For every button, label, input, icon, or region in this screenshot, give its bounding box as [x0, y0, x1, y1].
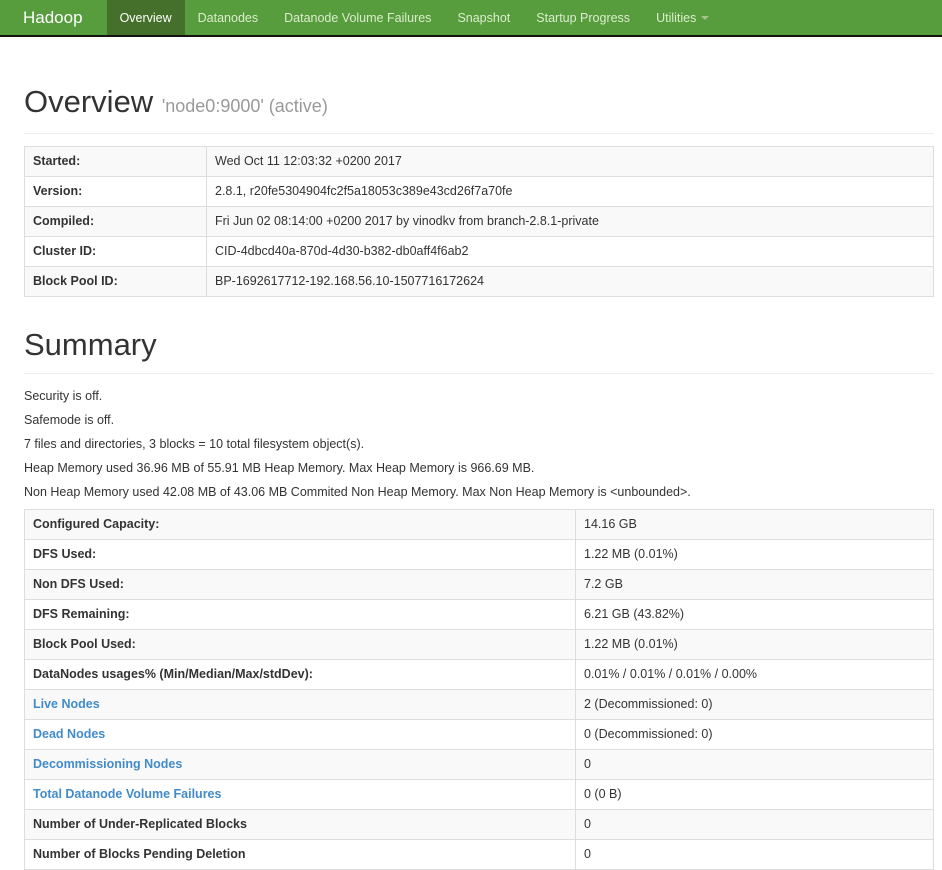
- row-value: 7.2 GB: [575, 569, 934, 600]
- summary-filesystem-objects: 7 files and directories, 3 blocks = 10 t…: [24, 437, 365, 451]
- summary-safemode-status: Safemode is off.: [24, 413, 115, 427]
- row-label: Number of Under-Replicated Blocks: [24, 809, 576, 840]
- row-label: DataNodes usages% (Min/Median/Max/stdDev…: [24, 659, 576, 690]
- title-divider: [24, 133, 934, 134]
- total-datanode-volume-failures-link[interactable]: Total Datanode Volume Failures: [33, 787, 221, 801]
- nav-link-utilities-label: Utilities: [656, 10, 697, 25]
- nav-item-datanode-volume-failures: Datanode Volume Failures: [271, 0, 444, 35]
- page-title: Overview 'node0:9000' (active): [24, 84, 934, 120]
- row-label: Started:: [24, 146, 207, 177]
- summary-non-heap-memory: Non Heap Memory used 42.08 MB of 43.06 M…: [24, 485, 691, 499]
- row-value: 0 (Decommissioned: 0): [575, 719, 934, 750]
- table-row: Decommissioning Nodes 0: [24, 749, 934, 780]
- table-row: Dead Nodes 0 (Decommissioned: 0): [24, 719, 934, 750]
- row-value: 1.22 MB (0.01%): [575, 539, 934, 570]
- table-row: Cluster ID: CID-4dbcd40a-870d-4d30-b382-…: [24, 236, 934, 267]
- nav-item-snapshot: Snapshot: [444, 0, 523, 35]
- row-value: Wed Oct 11 12:03:32 +0200 2017: [206, 146, 934, 177]
- nav-link-startup-progress[interactable]: Startup Progress: [523, 0, 643, 35]
- table-row: Started: Wed Oct 11 12:03:32 +0200 2017: [24, 146, 934, 177]
- nav-link-utilities-dropdown[interactable]: Utilities: [643, 0, 722, 35]
- table-row: DataNodes usages% (Min/Median/Max/stdDev…: [24, 659, 934, 690]
- table-row: Version: 2.8.1, r20fe5304904fc2f5a18053c…: [24, 176, 934, 207]
- row-label: Configured Capacity:: [24, 509, 576, 540]
- table-row: Compiled: Fri Jun 02 08:14:00 +0200 2017…: [24, 206, 934, 237]
- page-subtitle: 'node0:9000' (active): [161, 96, 328, 116]
- nav-item-overview: Overview: [106, 0, 185, 35]
- table-row: Block Pool Used: 1.22 MB (0.01%): [24, 629, 934, 660]
- nav-item-utilities: Utilities: [643, 0, 722, 35]
- row-label: DFS Remaining:: [24, 599, 576, 630]
- summary-divider: [24, 373, 934, 374]
- row-value: 2 (Decommissioned: 0): [575, 689, 934, 720]
- row-label: DFS Used:: [24, 539, 576, 570]
- nav-link-snapshot[interactable]: Snapshot: [444, 0, 523, 35]
- table-row: Live Nodes 2 (Decommissioned: 0): [24, 689, 934, 720]
- row-value: 0: [575, 749, 934, 780]
- row-value: 14.16 GB: [575, 509, 934, 540]
- table-row: Block Pool ID: BP-1692617712-192.168.56.…: [24, 266, 934, 297]
- row-value: 0 (0 B): [575, 779, 934, 810]
- table-row: Number of Under-Replicated Blocks 0: [24, 809, 934, 840]
- row-value: 1.22 MB (0.01%): [575, 629, 934, 660]
- live-nodes-link[interactable]: Live Nodes: [33, 697, 100, 711]
- row-value: 0: [575, 809, 934, 840]
- nav-item-startup-progress: Startup Progress: [523, 0, 643, 35]
- row-label: Non DFS Used:: [24, 569, 576, 600]
- row-value: 6.21 GB (43.82%): [575, 599, 934, 630]
- row-value: 2.8.1, r20fe5304904fc2f5a18053c389e43cd2…: [206, 176, 934, 207]
- summary-heap-memory: Heap Memory used 36.96 MB of 55.91 MB He…: [24, 461, 535, 475]
- row-label: Block Pool ID:: [24, 266, 207, 297]
- nav-link-overview[interactable]: Overview: [106, 0, 185, 35]
- table-row: DFS Remaining: 6.21 GB (43.82%): [24, 599, 934, 630]
- table-row: Total Datanode Volume Failures 0 (0 B): [24, 779, 934, 810]
- navbar-menu: Overview Datanodes Datanode Volume Failu…: [99, 0, 723, 35]
- nav-item-datanodes: Datanodes: [185, 0, 271, 35]
- row-label: Compiled:: [24, 206, 207, 237]
- hadoop-brand[interactable]: Hadoop: [0, 0, 99, 35]
- main-content: Overview 'node0:9000' (active) Started: …: [24, 84, 934, 870]
- nav-link-datanode-volume-failures[interactable]: Datanode Volume Failures: [271, 0, 444, 35]
- row-label: Cluster ID:: [24, 236, 207, 267]
- row-label: Block Pool Used:: [24, 629, 576, 660]
- summary-heading: Summary: [24, 327, 157, 362]
- row-value: BP-1692617712-192.168.56.10-150771617262…: [206, 266, 934, 297]
- page-title-text: Overview: [24, 84, 154, 119]
- dead-nodes-link[interactable]: Dead Nodes: [33, 727, 105, 741]
- table-row: Non DFS Used: 7.2 GB: [24, 569, 934, 600]
- caret-down-icon: [701, 15, 710, 20]
- row-value: 0.01% / 0.01% / 0.01% / 0.00%: [575, 659, 934, 690]
- overview-info-table: Started: Wed Oct 11 12:03:32 +0200 2017 …: [24, 146, 934, 297]
- table-row: Configured Capacity: 14.16 GB: [24, 509, 934, 540]
- row-value: Fri Jun 02 08:14:00 +0200 2017 by vinodk…: [206, 206, 934, 237]
- cluster-summary-table: Configured Capacity: 14.16 GB DFS Used: …: [24, 509, 934, 870]
- summary-security-status: Security is off.: [24, 389, 103, 403]
- row-label: Version:: [24, 176, 207, 207]
- nav-link-datanodes[interactable]: Datanodes: [185, 0, 271, 35]
- row-value: CID-4dbcd40a-870d-4d30-b382-db0aff4f6ab2: [206, 236, 934, 267]
- top-navbar: Hadoop Overview Datanodes Datanode Volum…: [0, 0, 942, 37]
- decommissioning-nodes-link[interactable]: Decommissioning Nodes: [33, 757, 182, 771]
- table-row: DFS Used: 1.22 MB (0.01%): [24, 539, 934, 570]
